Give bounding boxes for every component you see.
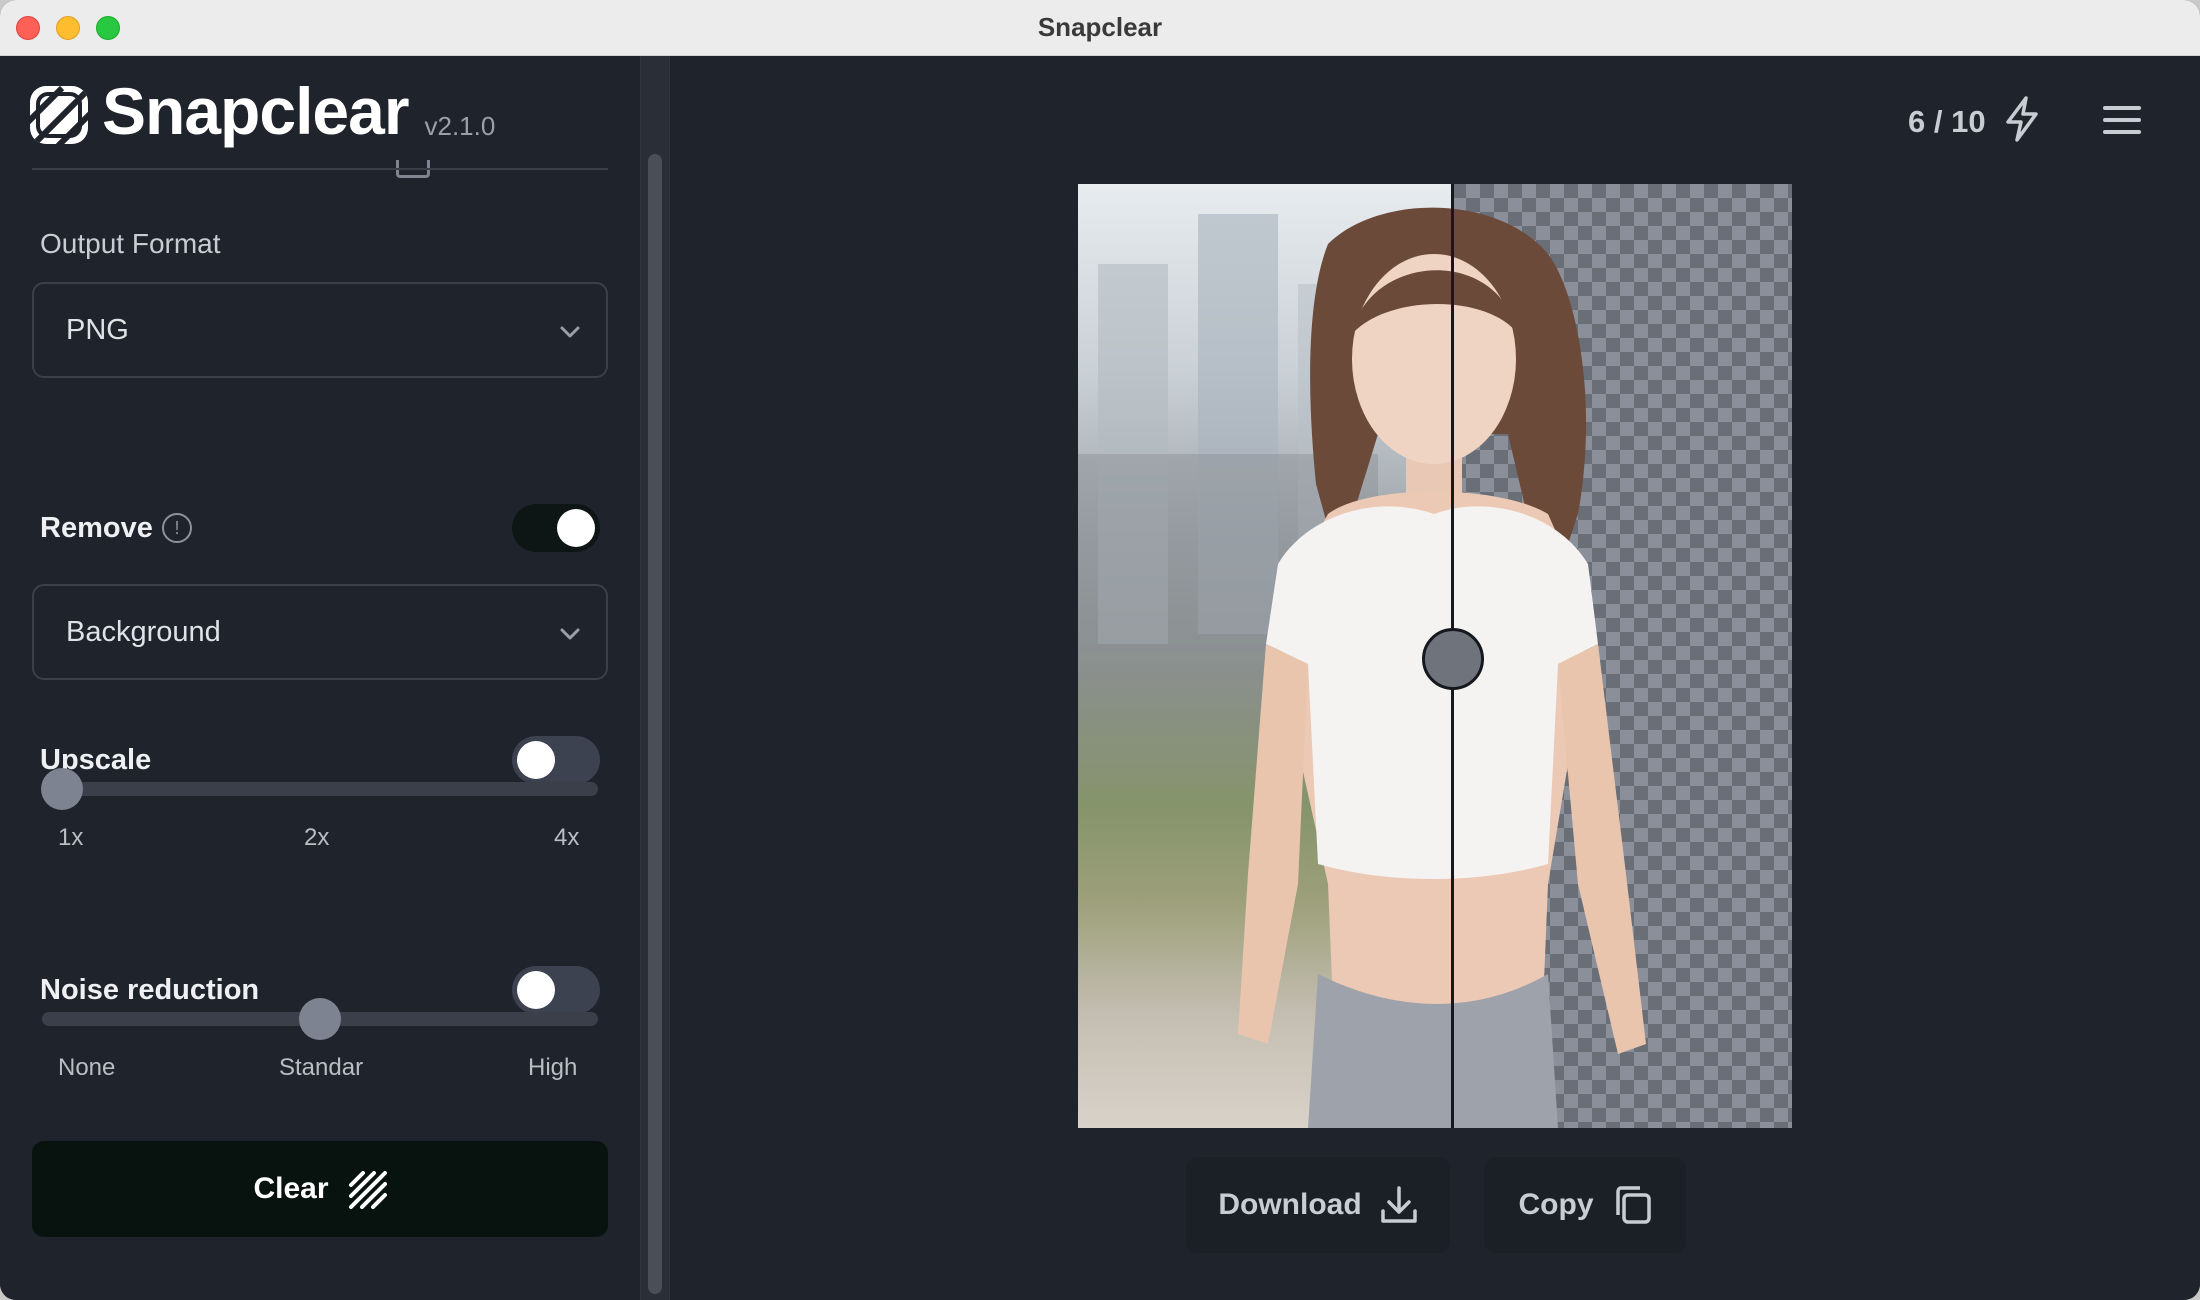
app-window: Snapclear Snapclear v2.1.0 Output Format… <box>0 0 2200 1300</box>
maximize-window-button[interactable] <box>96 16 120 40</box>
noise-tick-high: High <box>528 1054 578 1081</box>
version-label: v2.1.0 <box>424 111 496 141</box>
toggle-knob <box>517 741 555 779</box>
settings-sidebar: Snapclear v2.1.0 Output Format PNG Remov… <box>0 56 640 1300</box>
noise-slider-thumb[interactable] <box>299 998 341 1040</box>
hamburger-menu-icon[interactable] <box>2102 104 2142 136</box>
remove-target-select[interactable]: Background <box>32 584 608 680</box>
brand-name: Snapclear <box>102 74 409 148</box>
copy-button-label: Copy <box>1518 1188 1594 1221</box>
upscale-tick-2x: 2x <box>304 824 330 851</box>
info-icon[interactable]: ! <box>162 513 192 543</box>
remove-label: Remove <box>40 512 153 544</box>
clear-button[interactable]: Clear <box>32 1141 608 1237</box>
download-button[interactable]: Download <box>1186 1157 1450 1253</box>
download-button-label: Download <box>1218 1188 1362 1221</box>
noise-reduction-label: Noise reduction <box>40 974 260 1006</box>
output-format-label: Output Format <box>40 228 221 259</box>
comparison-preview[interactable] <box>1078 184 1792 1128</box>
window-controls <box>16 16 120 40</box>
brand-divider <box>32 168 608 170</box>
chevron-down-icon <box>560 326 580 338</box>
preview-area: 6 / 10 Download Copy <box>670 56 2200 1300</box>
eraser-stripes-icon <box>348 1171 387 1209</box>
scrollbar-thumb[interactable] <box>648 154 662 1294</box>
close-window-button[interactable] <box>16 16 40 40</box>
upscale-slider-track[interactable] <box>42 782 598 796</box>
output-format-value: PNG <box>66 313 129 346</box>
copy-icon <box>1615 1186 1651 1224</box>
noise-tick-none: None <box>58 1054 116 1081</box>
noise-tick-standard: Standar <box>279 1054 364 1081</box>
toggle-knob <box>557 509 595 547</box>
chevron-down-icon <box>560 628 580 640</box>
noise-reduction-toggle[interactable] <box>512 966 600 1014</box>
app-logo-icon <box>30 86 88 144</box>
minimize-window-button[interactable] <box>56 16 80 40</box>
upscale-toggle[interactable] <box>512 736 600 784</box>
upscale-tick-1x: 1x <box>58 824 84 851</box>
upscale-slider-thumb[interactable] <box>41 768 83 810</box>
download-icon <box>1380 1186 1417 1223</box>
copy-button[interactable]: Copy <box>1484 1157 1686 1253</box>
upscale-tick-4x: 4x <box>554 824 580 851</box>
toggle-knob <box>517 971 555 1009</box>
brand: Snapclear v2.1.0 <box>30 78 495 144</box>
comparison-handle[interactable] <box>1422 628 1484 690</box>
credits-counter: 6 / 10 <box>1908 104 1986 139</box>
remove-target-value: Background <box>66 615 221 648</box>
window-title: Snapclear <box>1037 12 1163 42</box>
clear-button-label: Clear <box>253 1172 329 1205</box>
title-bar: Snapclear <box>0 0 2200 56</box>
remove-toggle[interactable] <box>512 504 600 552</box>
output-format-select[interactable]: PNG <box>32 282 608 378</box>
bolt-icon <box>2006 96 2038 142</box>
